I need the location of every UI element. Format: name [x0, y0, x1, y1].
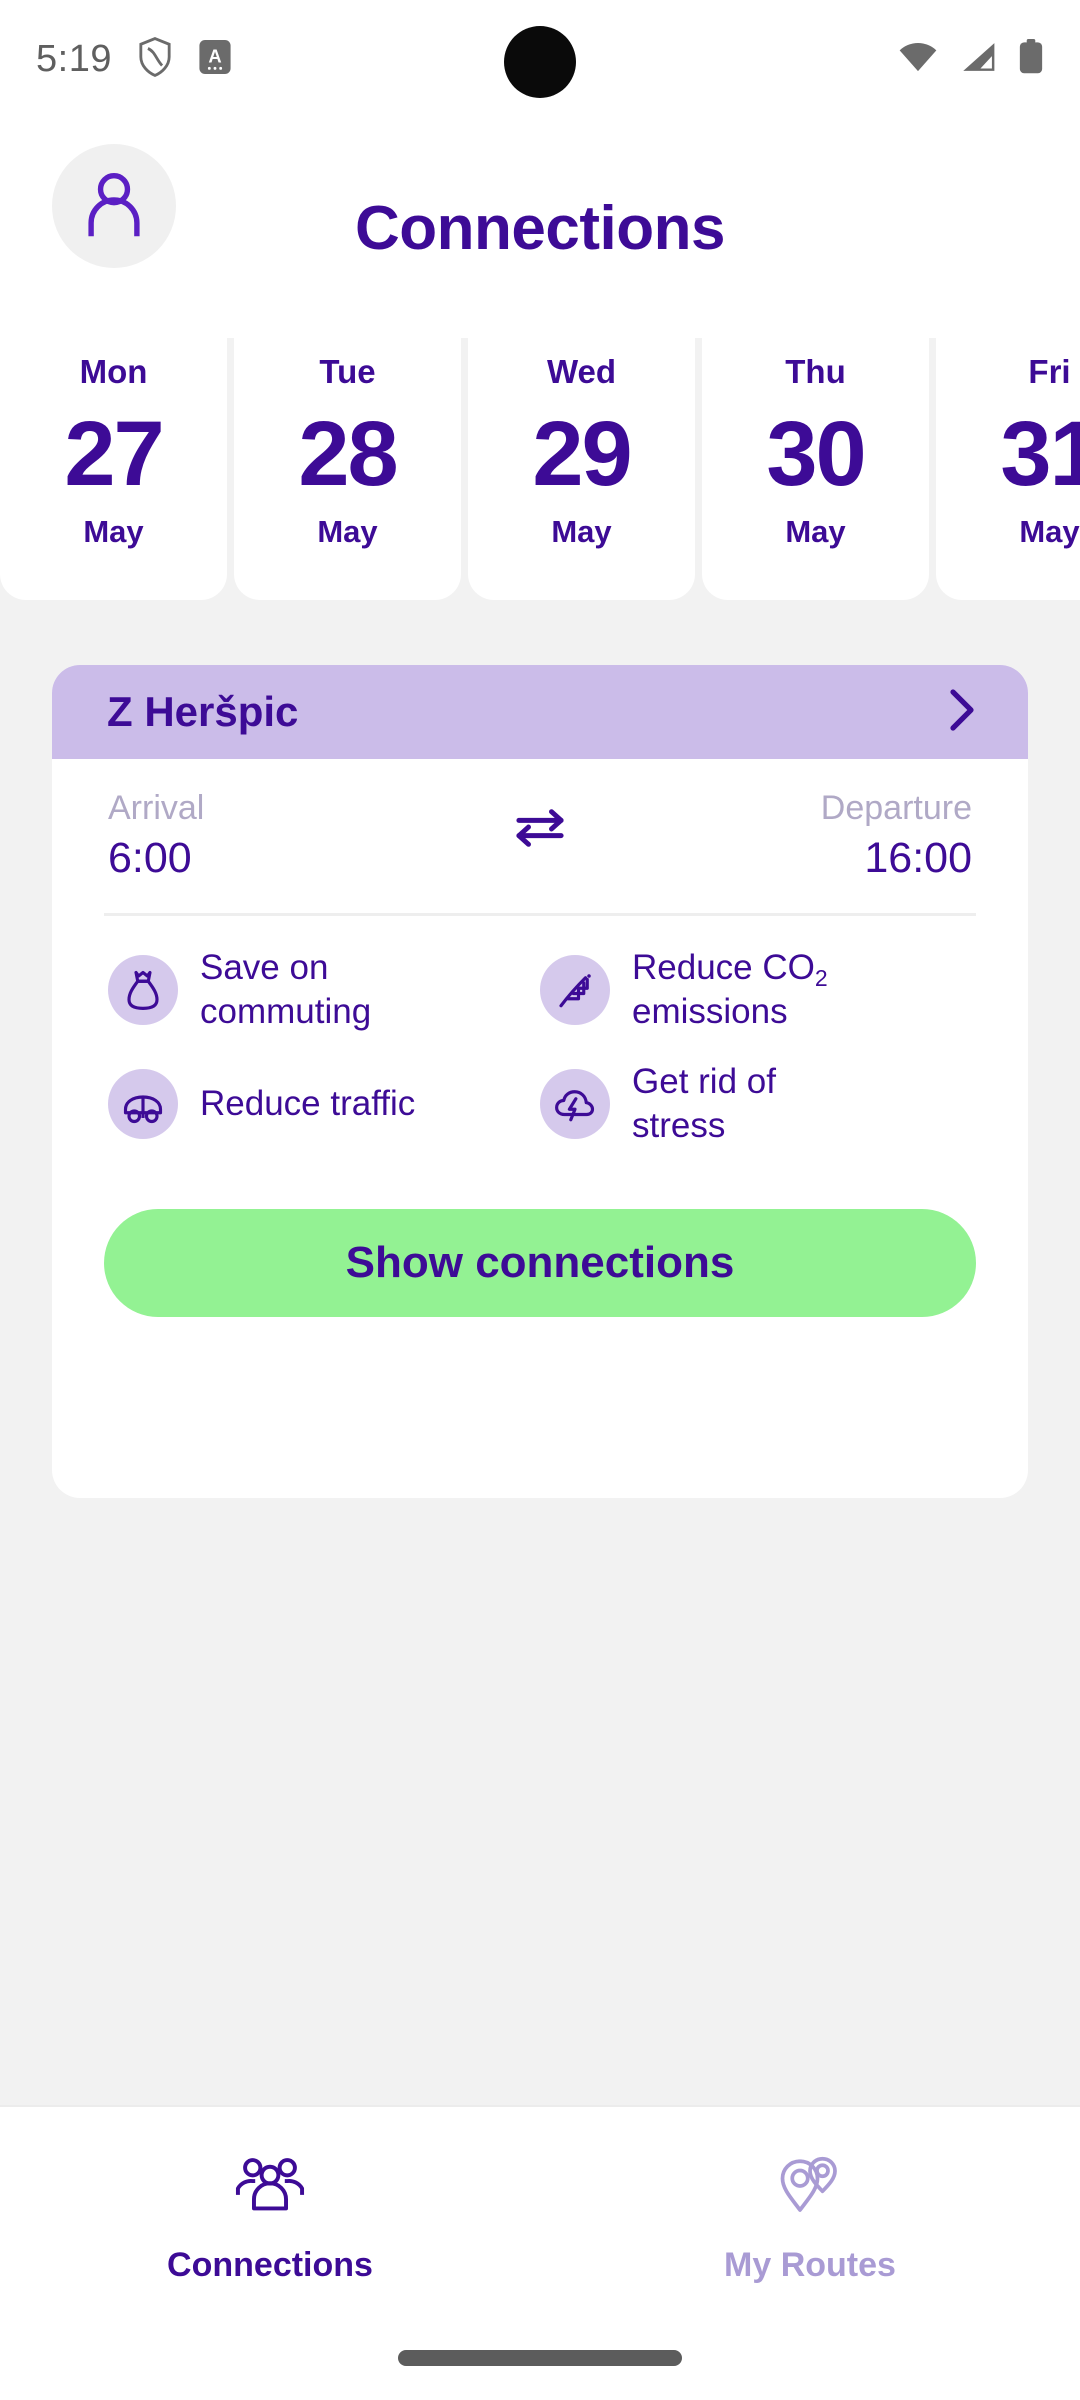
status-bar-right: [898, 38, 1044, 80]
leaf-icon: [540, 955, 610, 1025]
date-day: 30: [766, 402, 866, 505]
car-icon: [108, 1068, 178, 1139]
app-screen: 5:19 A Connections Mon 27 May Tue 28 May…: [0, 0, 1080, 2400]
departure-label: Departure: [820, 789, 972, 827]
benefits-grid: Save on commuting Reduce CO2 emissions Red…: [52, 916, 1028, 1147]
benefit-item: Save on commuting: [108, 946, 540, 1034]
arrival-block: Arrival 6:00: [108, 787, 204, 885]
date-month: May: [1019, 514, 1080, 550]
date-dow: Wed: [546, 353, 617, 390]
nav-label-connections: Connections: [167, 2246, 373, 2284]
benefit-item: Reduce traffic: [108, 1060, 540, 1148]
benefit-label: Reduce CO2 emissions: [632, 948, 828, 1031]
date-day: 31: [1000, 402, 1080, 505]
arrival-label: Arrival: [108, 789, 205, 827]
date-dow: Mon: [79, 353, 148, 390]
wifi-icon: [898, 41, 938, 78]
nav-label-my-routes: My Routes: [724, 2246, 896, 2284]
date-card[interactable]: Wed 29 May: [468, 338, 695, 600]
arrival-value[interactable]: 6:00: [108, 832, 204, 886]
date-month: May: [317, 514, 378, 550]
map-pins-icon: [775, 2155, 845, 2220]
departure-block: Departure 16:00: [821, 787, 972, 885]
status-bar: 5:19 A: [0, 0, 1080, 118]
times-row: Arrival 6:00 Departure 16:00: [52, 759, 1028, 885]
storm-cloud-icon: [540, 1068, 610, 1139]
shield-icon: [138, 36, 172, 82]
home-indicator[interactable]: [398, 2350, 682, 2366]
route-card: Z Heršpic Arrival 6:00 Departure 16:00 S…: [52, 665, 1028, 1498]
people-group-icon: [233, 2155, 307, 2220]
route-title: Z Heršpic: [107, 688, 299, 735]
camera-notch: [504, 26, 576, 98]
benefit-label: Save on commuting: [200, 948, 372, 1031]
date-selector[interactable]: Mon 27 May Tue 28 May Wed 29 May Thu 30 …: [0, 338, 1080, 600]
benefit-item: Reduce CO2 emissions: [540, 946, 972, 1034]
benefit-label: Get rid of stress: [632, 1061, 776, 1145]
status-bar-left: 5:19 A: [36, 36, 232, 82]
date-card[interactable]: Thu 30 May: [702, 338, 929, 600]
route-card-header[interactable]: Z Heršpic: [52, 665, 1028, 759]
date-dow: Tue: [319, 353, 376, 390]
chevron-right-icon[interactable]: [948, 688, 978, 737]
date-card[interactable]: Fri 31 May: [936, 338, 1080, 600]
status-time: 5:19: [36, 37, 112, 80]
money-bag-icon: [108, 955, 178, 1025]
date-day: 28: [298, 402, 398, 505]
date-month: May: [785, 514, 846, 550]
battery-icon: [1018, 38, 1044, 80]
date-month: May: [551, 514, 612, 550]
person-icon: [81, 169, 147, 244]
date-card[interactable]: Tue 28 May: [234, 338, 461, 600]
date-card[interactable]: Mon 27 May: [0, 338, 227, 600]
date-day: 27: [64, 402, 164, 505]
cellular-signal-icon: [960, 41, 996, 78]
departure-value[interactable]: 16:00: [864, 832, 972, 886]
adblock-a-icon: A: [198, 38, 232, 81]
avatar[interactable]: [52, 144, 176, 268]
date-day: 29: [532, 402, 632, 505]
date-month: May: [83, 514, 144, 550]
benefit-label: Reduce traffic: [200, 1083, 416, 1123]
bottom-navigation: Connections My Routes: [0, 2105, 1080, 2400]
cta-wrapper: Show connections: [52, 1147, 1028, 1318]
show-connections-button[interactable]: Show connections: [104, 1209, 976, 1318]
date-dow: Fri: [1028, 353, 1071, 390]
benefit-item: Get rid of stress: [540, 1060, 972, 1148]
date-dow: Thu: [785, 353, 846, 390]
app-header: Connections: [0, 118, 1080, 338]
swap-arrows-icon[interactable]: [511, 805, 569, 856]
svg-text:A: A: [208, 45, 221, 66]
